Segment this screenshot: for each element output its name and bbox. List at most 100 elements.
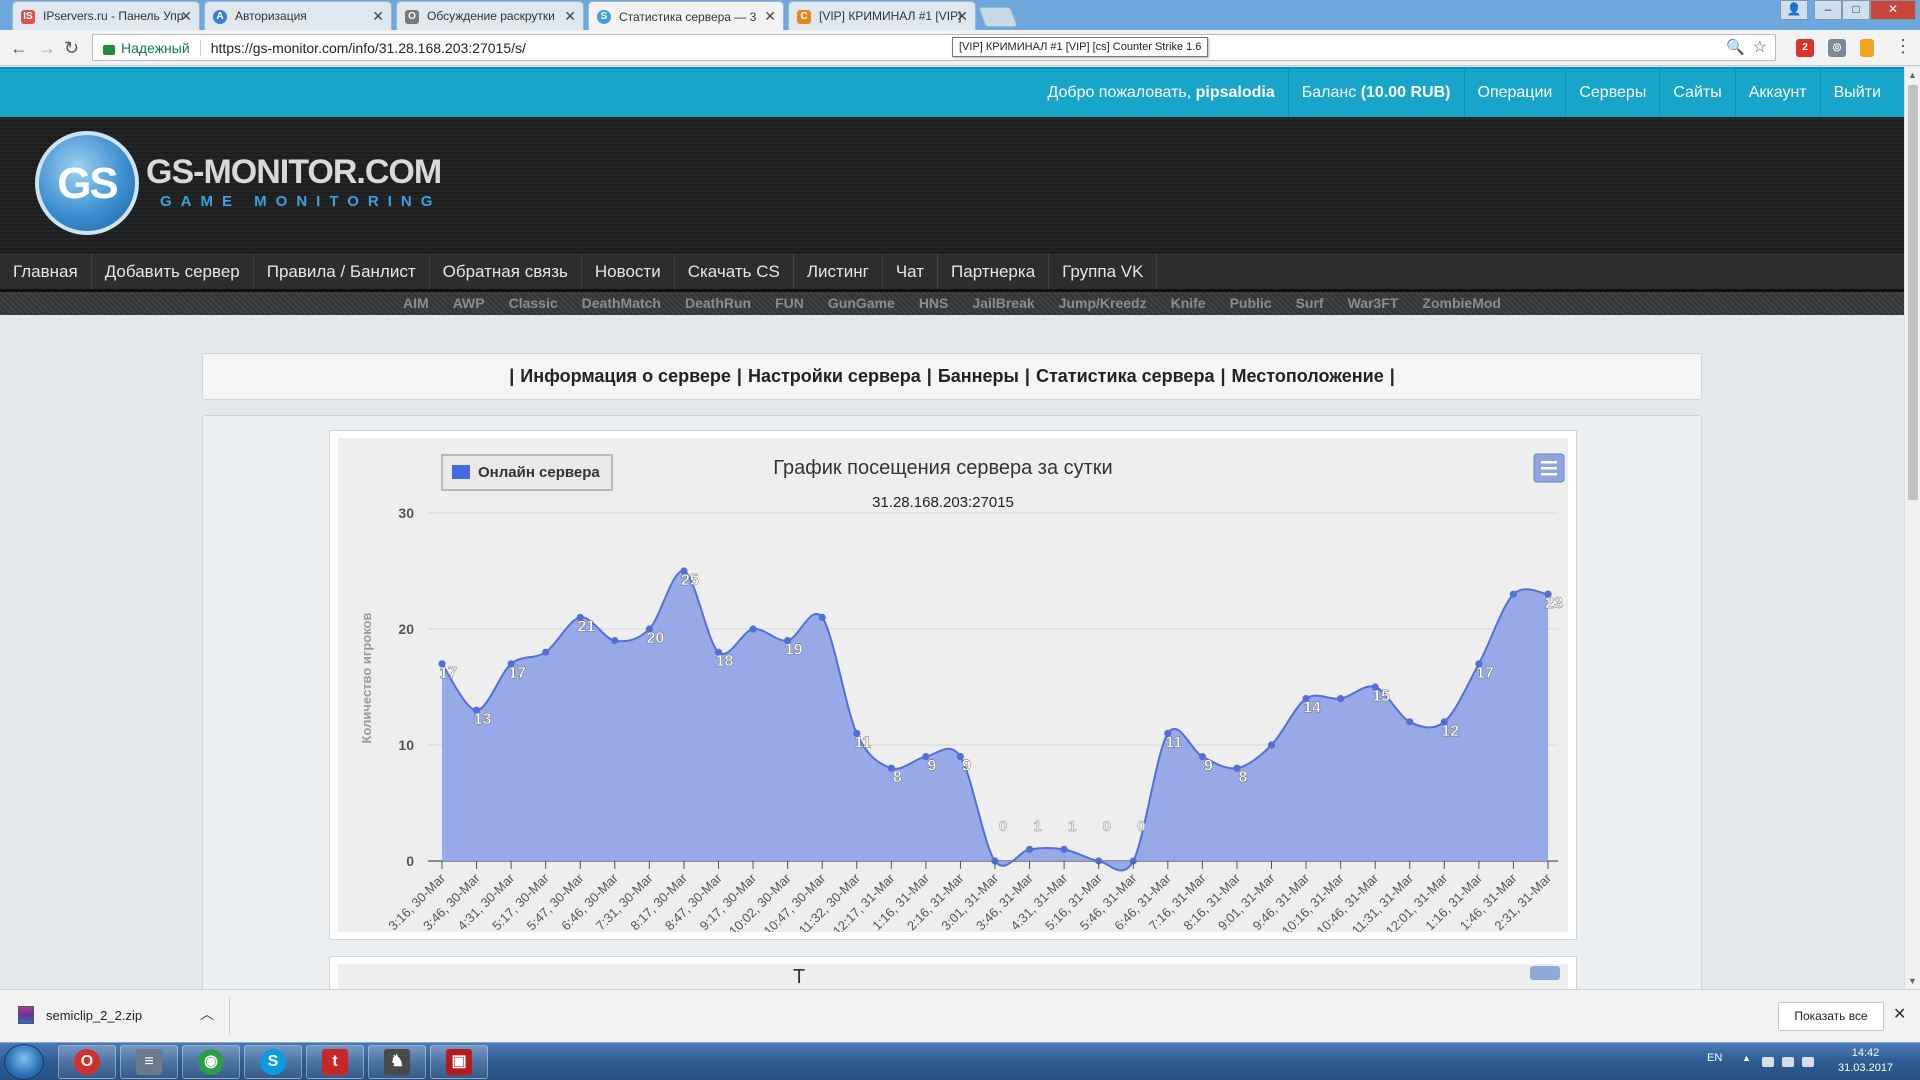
mode-jailbreak[interactable]: JailBreak [960,292,1046,315]
start-button[interactable] [4,1044,44,1080]
mode-awp[interactable]: AWP [441,292,497,315]
chevron-up-icon[interactable]: ︿ [200,1004,214,1024]
new-tab-button[interactable] [978,7,1018,27]
menu-vk-group[interactable]: Группа VK [1049,253,1158,289]
tab-close-icon[interactable]: ✕ [764,8,776,25]
logo-title[interactable]: GS-MONITOR.COM [146,153,442,192]
notepad-icon[interactable]: ≡ [120,1045,178,1079]
tab-close-icon[interactable]: ✕ [564,8,576,25]
download-item[interactable]: semiclip_2_2.zip [18,1006,142,1024]
balance-link[interactable]: Баланс (10.00 RUB) [1287,69,1464,117]
data-label: 11 [854,734,871,751]
close-download-bar-icon[interactable]: ✕ [1893,1004,1906,1024]
save-disk-icon[interactable]: ▣ [430,1045,488,1079]
mode-zombiemod[interactable]: ZombieMod [1410,292,1513,315]
windows-taskbar: O ≡ ◉ S t ♞ ▣ EN ▲ 14:42 31.03.2017 [0,1042,1920,1080]
mode-knife[interactable]: Knife [1159,292,1218,315]
mode-classic[interactable]: Classic [497,292,570,315]
mode-jump-kreedz[interactable]: Jump/Kreedz [1047,292,1159,315]
nav-operations[interactable]: Операции [1463,69,1566,117]
page-scrollbar[interactable]: ▲ ▼ [1904,67,1920,989]
mode-hns[interactable]: HNS [907,292,961,315]
clock[interactable]: 14:42 31.03.2017 [1838,1046,1893,1076]
download-filename[interactable]: semiclip_2_2.zip [46,1008,142,1023]
gs-logo-icon[interactable]: GS [35,131,139,235]
mode-aim[interactable]: AIM [391,292,441,315]
menu-affiliate[interactable]: Партнерка [938,253,1050,289]
volume-icon[interactable] [1802,1057,1814,1067]
browser-tab-server-stats[interactable]: S Статистика сервера — 3 ✕ [588,1,784,31]
second-chart-menu-button[interactable] [1530,966,1560,980]
menu-add-server[interactable]: Добавить сервер [92,253,254,289]
nav-servers[interactable]: Серверы [1565,69,1659,117]
mode-gungame[interactable]: GunGame [816,292,907,315]
chart-legend[interactable]: Онлайн сервера [441,454,613,491]
show-all-downloads-button[interactable]: Показать все [1778,1002,1884,1031]
scroll-up-icon[interactable]: ▲ [1908,70,1917,80]
forward-icon[interactable]: → [38,38,56,59]
username-link[interactable]: pipsalodia [1196,84,1275,101]
zoom-icon[interactable]: 🔍 [1726,38,1745,56]
tumblr-icon[interactable]: t [306,1045,364,1079]
language-indicator[interactable]: EN [1707,1052,1722,1064]
browser-tab-auth[interactable]: A Авторизация ✕ [204,1,392,30]
scroll-down-icon[interactable]: ▼ [1908,976,1917,986]
chrome-menu-icon[interactable]: ⋮ [1894,36,1912,57]
legend-swatch [452,465,470,479]
tab-close-icon[interactable]: ✕ [956,8,968,25]
address-bar[interactable]: Надежный https://gs-monitor.com/info/31.… [92,34,1776,61]
mode-deathmatch[interactable]: DeathMatch [570,292,673,315]
tab-location[interactable]: Местоположение [1232,366,1384,387]
url-text[interactable]: https://gs-monitor.com/info/31.28.168.20… [211,40,526,56]
mode-surf[interactable]: Surf [1284,292,1336,315]
browser-tab-criminal[interactable]: C [VIP] КРИМИНАЛ #1 [VIP] ✕ [788,1,976,30]
menu-home[interactable]: Главная [0,253,92,289]
skype-icon[interactable]: S [244,1045,302,1079]
bookmark-star-icon[interactable]: ☆ [1753,37,1767,57]
action-center-icon[interactable] [1762,1057,1774,1067]
y-tick-label: 10 [398,737,414,753]
bookmark-extension-icon[interactable] [1860,39,1874,57]
tray-expand-icon[interactable]: ▲ [1742,1053,1754,1063]
menu-chat[interactable]: Чат [883,253,939,289]
reload-icon[interactable]: ↻ [64,38,79,59]
archive-file-icon [18,1006,34,1024]
scrollbar-thumb[interactable] [1908,85,1918,500]
menu-news[interactable]: Новости [582,253,675,289]
menu-listing[interactable]: Листинг [794,253,883,289]
secure-label[interactable]: Надежный [121,40,190,56]
back-icon[interactable]: ← [10,38,28,59]
counter-strike-icon[interactable]: ♞ [368,1045,426,1079]
nav-sites[interactable]: Сайты [1659,69,1734,117]
chart-export-menu-button[interactable] [1533,453,1565,483]
network-icon[interactable] [1782,1057,1794,1067]
nav-account[interactable]: Аккаунт [1734,69,1820,117]
ipservers-favicon-icon: IS [21,10,35,24]
mode-public[interactable]: Public [1218,292,1284,315]
mode-war3ft[interactable]: War3FT [1336,292,1411,315]
shield-extension-icon[interactable]: ◎ [1828,39,1846,57]
tab-close-icon[interactable]: ✕ [180,8,192,25]
chrome-icon[interactable]: ◉ [182,1045,240,1079]
tab-divider: | [736,366,742,386]
tab-server-settings[interactable]: Настройки сервера [748,366,921,387]
maximize-button[interactable]: □ [1842,0,1870,20]
tab-server-info[interactable]: Информация о сервере [520,366,731,387]
nav-logout[interactable]: Выйти [1819,69,1894,117]
adblock-icon[interactable]: 2 [1796,39,1814,57]
menu-download-cs[interactable]: Скачать CS [675,253,794,289]
close-window-button[interactable]: ✕ [1870,0,1916,20]
menu-feedback[interactable]: Обратная связь [430,253,582,289]
logo-badge-text: GS [57,159,119,208]
tab-close-icon[interactable]: ✕ [372,8,384,25]
browser-tab-ipservers[interactable]: IS IPservers.ru - Панель Упр ✕ [12,1,200,30]
menu-rules[interactable]: Правила / Банлист [254,253,430,289]
mode-deathrun[interactable]: DeathRun [673,292,763,315]
user-profile-button[interactable]: 👤 [1780,0,1808,20]
tab-server-stats[interactable]: Статистика сервера [1036,366,1214,387]
opera-icon[interactable]: O [58,1045,116,1079]
browser-tab-discussion[interactable]: O Обсуждение раскрутки ✕ [396,1,584,30]
minimize-button[interactable]: – [1814,0,1842,20]
mode-fun[interactable]: FUN [763,292,816,315]
tab-banners[interactable]: Баннеры [938,366,1019,387]
